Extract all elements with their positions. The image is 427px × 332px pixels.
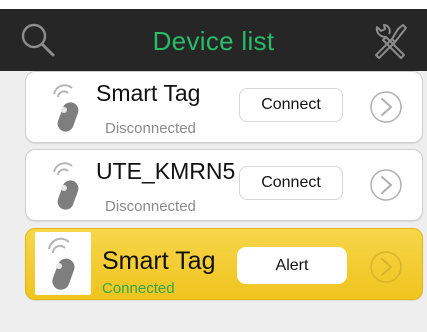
device-card-connected[interactable]: Smart Tag Connected Alert <box>25 228 423 300</box>
header-bar: Device list <box>0 9 427 71</box>
page-title: Device list <box>152 26 275 56</box>
connection-status: Disconnected <box>105 120 196 137</box>
tools-icon[interactable] <box>370 21 410 61</box>
chevron-right-icon[interactable] <box>369 168 403 202</box>
smart-tag-icon <box>35 232 91 295</box>
chevron-right-icon[interactable] <box>369 250 403 284</box>
chevron-right-icon[interactable] <box>369 90 403 124</box>
connect-button[interactable]: Connect <box>239 88 343 122</box>
device-card[interactable]: UTE_KMRN5 Disconnected Connect <box>25 149 423 221</box>
device-name: Smart Tag <box>96 80 201 106</box>
device-list-screen: Device list Smart Tag Disconnected Conne… <box>0 0 427 332</box>
alert-button[interactable]: Alert <box>237 247 347 284</box>
device-name: Smart Tag <box>102 247 216 275</box>
smart-tag-icon <box>48 158 86 214</box>
device-name: UTE_KMRN5 <box>96 158 236 184</box>
connection-status: Disconnected <box>105 198 196 215</box>
smart-tag-icon <box>48 80 86 136</box>
status-strip <box>0 0 427 9</box>
connect-button[interactable]: Connect <box>239 166 343 200</box>
device-card[interactable]: Smart Tag Disconnected Connect <box>25 71 423 143</box>
connection-status: Connected <box>102 280 175 297</box>
